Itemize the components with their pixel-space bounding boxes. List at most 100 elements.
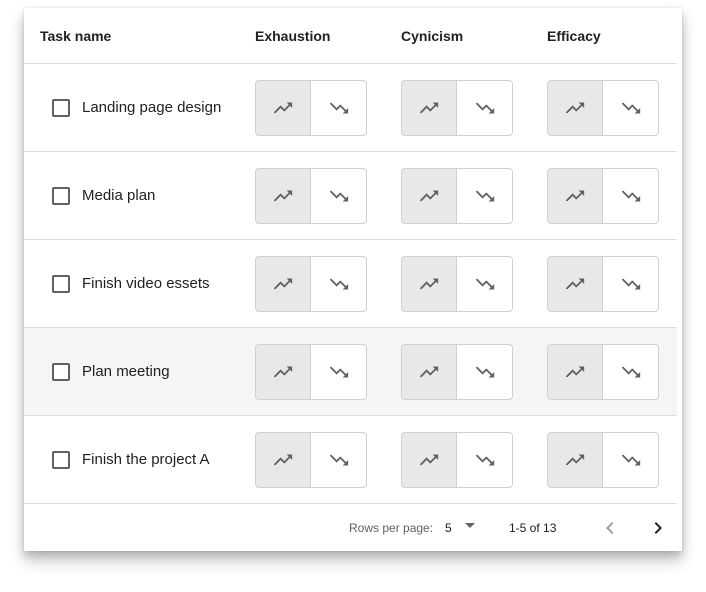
- task-name: Plan meeting: [82, 363, 170, 380]
- table-header: Task name Exhaustion Cynicism Efficacy: [24, 8, 677, 64]
- trending-down-icon: [475, 190, 494, 202]
- exhaustion-toggle-group: [255, 256, 367, 312]
- cynicism-trending-up-button[interactable]: [402, 169, 457, 223]
- row-checkbox[interactable]: [52, 187, 70, 205]
- exhaustion-toggle-group: [255, 168, 367, 224]
- task-name: Media plan: [82, 187, 156, 204]
- cynicism-trending-down-button[interactable]: [457, 169, 512, 223]
- efficacy-trending-up-button[interactable]: [548, 81, 603, 135]
- trending-down-icon: [621, 366, 640, 378]
- exhaustion-trending-down-button[interactable]: [311, 169, 366, 223]
- trending-up-icon: [419, 102, 439, 114]
- trending-up-icon: [565, 102, 585, 114]
- cynicism-trending-up-button[interactable]: [402, 433, 457, 487]
- efficacy-trending-down-button[interactable]: [603, 433, 658, 487]
- efficacy-toggle-group: [547, 432, 659, 488]
- efficacy-trending-down-button[interactable]: [603, 345, 658, 399]
- trending-up-icon: [419, 454, 439, 466]
- trending-down-icon: [475, 366, 494, 378]
- cynicism-toggle-group: [401, 256, 513, 312]
- efficacy-trending-up-button[interactable]: [548, 433, 603, 487]
- trending-up-icon: [273, 278, 293, 290]
- exhaustion-trending-up-button[interactable]: [256, 81, 311, 135]
- trending-up-icon: [419, 278, 439, 290]
- row-checkbox[interactable]: [52, 275, 70, 293]
- efficacy-toggle-group: [547, 80, 659, 136]
- trending-up-icon: [273, 190, 293, 202]
- table-row[interactable]: Plan meeting: [24, 328, 677, 416]
- exhaustion-trending-down-button[interactable]: [311, 257, 366, 311]
- trending-down-icon: [621, 102, 640, 114]
- efficacy-trending-up-button[interactable]: [548, 169, 603, 223]
- table-row[interactable]: Media plan: [24, 152, 677, 240]
- trending-down-icon: [329, 278, 348, 290]
- cynicism-trending-up-button[interactable]: [402, 257, 457, 311]
- exhaustion-trending-up-button[interactable]: [256, 257, 311, 311]
- efficacy-toggle-group: [547, 168, 659, 224]
- cynicism-toggle-group: [401, 432, 513, 488]
- trending-up-icon: [419, 190, 439, 202]
- trending-up-icon: [273, 366, 293, 378]
- trending-down-icon: [329, 366, 348, 378]
- rows-per-page-label: Rows per page:: [349, 521, 434, 535]
- cynicism-trending-down-button[interactable]: [457, 433, 512, 487]
- column-header-efficacy: Efficacy: [547, 28, 601, 44]
- exhaustion-trending-down-button[interactable]: [311, 81, 366, 135]
- column-header-exhaustion: Exhaustion: [255, 28, 331, 44]
- exhaustion-trending-up-button[interactable]: [256, 433, 311, 487]
- previous-page-button[interactable]: [598, 516, 622, 540]
- column-header-task: Task name: [40, 28, 112, 44]
- trending-up-icon: [565, 278, 585, 290]
- row-checkbox[interactable]: [52, 99, 70, 117]
- cynicism-trending-down-button[interactable]: [457, 81, 512, 135]
- cynicism-trending-down-button[interactable]: [457, 257, 512, 311]
- chevron-left-icon: [606, 522, 614, 534]
- trending-down-icon: [329, 454, 348, 466]
- trending-up-icon: [565, 366, 585, 378]
- trending-up-icon: [565, 454, 585, 466]
- task-name: Landing page design: [82, 99, 222, 116]
- exhaustion-trending-up-button[interactable]: [256, 345, 311, 399]
- efficacy-trending-down-button[interactable]: [603, 257, 658, 311]
- exhaustion-trending-down-button[interactable]: [311, 345, 366, 399]
- trending-down-icon: [621, 190, 640, 202]
- column-header-cynicism: Cynicism: [401, 28, 464, 44]
- trending-down-icon: [475, 278, 494, 290]
- row-checkbox[interactable]: [52, 363, 70, 381]
- row-checkbox[interactable]: [52, 451, 70, 469]
- efficacy-trending-down-button[interactable]: [603, 81, 658, 135]
- cynicism-trending-up-button[interactable]: [402, 345, 457, 399]
- exhaustion-toggle-group: [255, 432, 367, 488]
- trending-down-icon: [329, 102, 348, 114]
- cynicism-toggle-group: [401, 168, 513, 224]
- exhaustion-toggle-group: [255, 344, 367, 400]
- efficacy-trending-up-button[interactable]: [548, 345, 603, 399]
- efficacy-toggle-group: [547, 256, 659, 312]
- exhaustion-toggle-group: [255, 80, 367, 136]
- trending-down-icon: [475, 102, 494, 114]
- pagination-range: 1-5 of 13: [509, 521, 557, 535]
- exhaustion-trending-up-button[interactable]: [256, 169, 311, 223]
- task-table-card: Task name Exhaustion Cynicism Efficacy L…: [24, 8, 682, 551]
- exhaustion-trending-down-button[interactable]: [311, 433, 366, 487]
- trending-down-icon: [621, 454, 640, 466]
- efficacy-trending-up-button[interactable]: [548, 257, 603, 311]
- table-row[interactable]: Finish video essets: [24, 240, 677, 328]
- task-name: Finish the project A: [82, 451, 210, 468]
- trending-down-icon: [621, 278, 640, 290]
- next-page-button[interactable]: [646, 516, 670, 540]
- task-name: Finish video essets: [82, 275, 210, 292]
- cynicism-toggle-group: [401, 344, 513, 400]
- trending-down-icon: [475, 454, 494, 466]
- efficacy-toggle-group: [547, 344, 659, 400]
- table-row[interactable]: Landing page design: [24, 64, 677, 152]
- rows-per-page-select[interactable]: 5: [445, 521, 452, 535]
- trending-up-icon: [273, 102, 293, 114]
- table-row[interactable]: Finish the project A: [24, 416, 677, 504]
- cynicism-trending-up-button[interactable]: [402, 81, 457, 135]
- caret-down-icon[interactable]: [465, 523, 475, 528]
- table-pagination: Rows per page: 5 1-5 of 13: [24, 504, 682, 551]
- efficacy-trending-down-button[interactable]: [603, 169, 658, 223]
- cynicism-trending-down-button[interactable]: [457, 345, 512, 399]
- trending-down-icon: [329, 190, 348, 202]
